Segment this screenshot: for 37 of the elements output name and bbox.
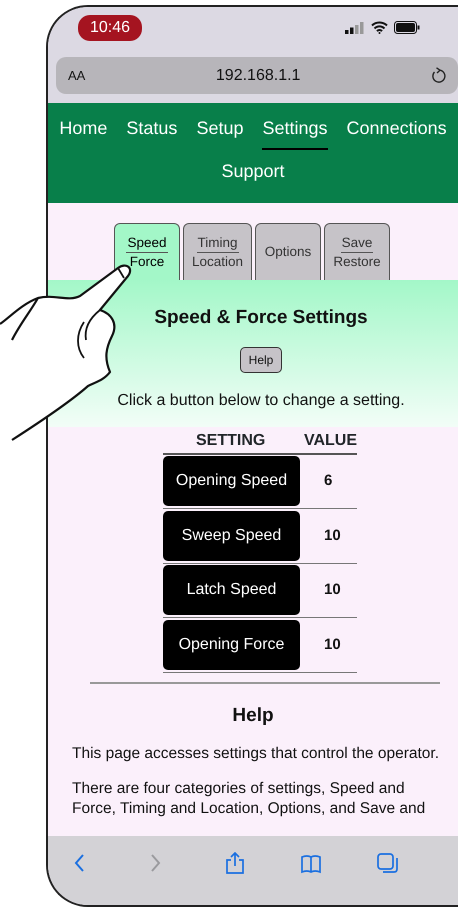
reload-icon[interactable] — [431, 67, 446, 84]
setting-value: 10 — [324, 526, 341, 546]
nav-link[interactable]: Home — [59, 113, 108, 150]
signal-icon — [345, 22, 365, 34]
column-header: VALUE — [304, 430, 357, 450]
help-heading: Help — [231, 704, 275, 728]
column-header: SETTING — [196, 430, 266, 450]
nav-link[interactable]: Settings — [262, 113, 328, 150]
setting-button[interactable]: Opening Speed — [163, 456, 300, 506]
battery-icon — [394, 21, 420, 34]
help-button[interactable]: Help — [240, 346, 282, 372]
address-bar[interactable]: AA 192.168.1.1 — [56, 57, 458, 94]
status-time: 10:46 — [78, 15, 142, 41]
url-text: 192.168.1.1 — [216, 66, 300, 86]
setting-button[interactable]: Sweep Speed — [163, 510, 300, 561]
setting-button[interactable]: Latch Speed — [163, 565, 300, 616]
open-book-icon[interactable] — [300, 852, 322, 874]
settings-tab[interactable]: Options — [255, 223, 322, 280]
settings-tab[interactable]: Speed Force — [114, 223, 180, 280]
instruction-text: Click a button below to change a setting. — [116, 390, 406, 410]
setting-value: 10 — [324, 634, 341, 654]
panel-title: Speed & Force Settings — [153, 306, 369, 330]
setting-button[interactable]: Opening Force — [163, 620, 300, 670]
wifi-icon — [371, 21, 388, 34]
setting-value: 6 — [324, 471, 332, 491]
nav-link[interactable]: Support — [221, 156, 285, 193]
setting-value: 10 — [324, 580, 341, 600]
help-paragraph: This page accesses settings that control the operator. — [72, 744, 440, 764]
settings-tab[interactable]: Save Restore — [324, 223, 390, 280]
text-size-control[interactable]: AA — [68, 66, 86, 86]
nav-link[interactable]: Setup — [196, 113, 244, 150]
nav-link[interactable]: Status — [126, 113, 178, 150]
tabs-icon[interactable] — [376, 852, 398, 874]
nav-link[interactable]: Connections — [346, 113, 447, 150]
help-paragraph: There are four categories of settings, Speed and Force, Timing and Location, Options, and Save and — [72, 779, 426, 820]
share-icon[interactable] — [224, 852, 246, 874]
settings-tab[interactable]: Timing Location — [183, 223, 252, 280]
